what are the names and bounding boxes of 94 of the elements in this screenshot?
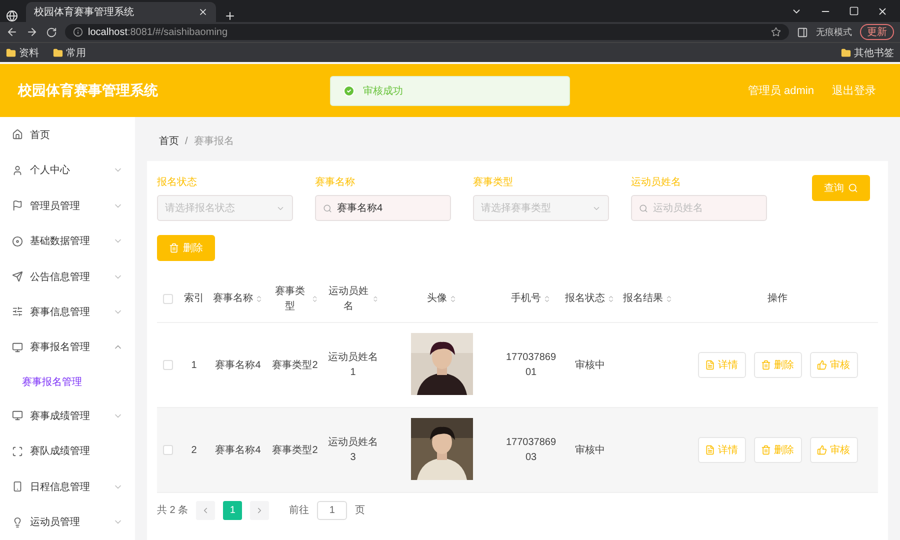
table-cell-text: 2 xyxy=(190,444,198,458)
thumbs-up-icon xyxy=(817,360,827,370)
breadcrumb-item: 赛事报名 xyxy=(194,134,234,148)
user-icon xyxy=(12,164,23,176)
new-tab-icon[interactable] xyxy=(224,10,236,22)
document-icon xyxy=(705,360,715,370)
column-header[interactable]: 赛事名称 xyxy=(209,291,267,306)
column-header[interactable]: 赛事类型 xyxy=(267,284,323,314)
column-header[interactable]: 报名状态 xyxy=(561,291,619,306)
filter-label: 报名状态 xyxy=(157,176,198,189)
sidebar-item[interactable]: 赛事报名管理 xyxy=(0,330,135,366)
sidebar-item[interactable]: 赛事成绩管理 xyxy=(0,398,135,434)
table-cell-text: 运动员姓名1 xyxy=(327,350,379,380)
sidebar-item[interactable]: 运动员管理 xyxy=(0,504,135,540)
profile-label[interactable]: 无痕模式 xyxy=(816,26,852,38)
sidebar-item[interactable]: 首页 xyxy=(0,117,135,152)
table-cell-text: 赛事类型2 xyxy=(271,444,319,458)
trash-icon xyxy=(169,243,179,253)
success-toast: 审核成功 xyxy=(330,76,570,106)
folder-icon xyxy=(6,48,16,58)
search-field[interactable]: 赛事名称4 xyxy=(315,195,451,221)
bookmark[interactable]: 其他书签 xyxy=(841,46,894,60)
search-icon xyxy=(323,204,332,212)
breadcrumb-separator: / xyxy=(185,136,188,146)
table-cell-text: 17703786901 xyxy=(504,351,558,380)
check-icon xyxy=(343,85,355,97)
home-icon xyxy=(12,129,23,140)
breadcrumb-item[interactable]: 首页 xyxy=(159,134,179,148)
sidebar-item[interactable]: 赛事信息管理 xyxy=(0,294,135,330)
update-button[interactable]: 更新 xyxy=(860,24,894,40)
globe-icon[interactable] xyxy=(6,10,18,22)
filter-label: 赛事名称 xyxy=(315,176,356,189)
thumbs-up-icon xyxy=(817,445,827,455)
close-icon[interactable] xyxy=(877,6,888,16)
lightbulb-icon xyxy=(12,516,23,528)
flag-icon xyxy=(12,200,23,212)
table-cell-text: 审核中 xyxy=(574,358,606,372)
phone-icon xyxy=(12,481,23,492)
goto-label: 前往 xyxy=(289,504,310,517)
sidebar-item[interactable]: 管理员管理 xyxy=(0,188,135,224)
search-icon xyxy=(639,204,648,212)
frame-icon xyxy=(12,446,23,457)
checkbox[interactable] xyxy=(163,294,173,304)
table-cell-text: 运动员姓名3 xyxy=(327,436,379,465)
close-icon[interactable] xyxy=(198,7,208,17)
table-cell-text: 17703786903 xyxy=(504,436,558,465)
send-icon xyxy=(12,271,23,282)
sliders-icon xyxy=(12,306,23,318)
filter-label: 赛事类型 xyxy=(473,176,514,189)
address-field[interactable]: localhost:8081/#/saishibaoming xyxy=(65,24,789,40)
table-cell-text: 赛事名称4 xyxy=(214,444,262,458)
checkbox[interactable] xyxy=(163,360,173,370)
table-cell-text: 1 xyxy=(190,358,198,372)
checkbox[interactable] xyxy=(163,445,173,455)
filter-label: 运动员姓名 xyxy=(631,176,682,189)
column-header[interactable]: 头像 xyxy=(383,291,501,306)
document-icon xyxy=(705,445,715,455)
sidebar-item[interactable]: 日程信息管理 xyxy=(0,469,135,504)
column-header[interactable]: 手机号 xyxy=(501,291,561,306)
search-icon xyxy=(848,183,858,193)
page-unit-label: 页 xyxy=(355,504,366,517)
monitor-icon xyxy=(12,410,23,422)
column-header[interactable]: 运动员姓名 xyxy=(323,284,383,314)
column-header[interactable]: 索引 xyxy=(179,291,209,306)
side-panel-icon[interactable] xyxy=(797,26,808,38)
maximize-icon[interactable] xyxy=(849,6,859,16)
user-label: 管理员 admin xyxy=(748,84,814,98)
table-cell-text: 赛事类型2 xyxy=(271,358,319,372)
bookmark[interactable]: 常用 xyxy=(53,46,86,60)
forward-icon[interactable] xyxy=(26,26,38,38)
info-icon[interactable] xyxy=(73,27,83,37)
folder-icon xyxy=(53,48,63,58)
sidebar-item[interactable]: 个人中心 xyxy=(0,152,135,188)
star-icon[interactable] xyxy=(771,27,781,37)
trash-icon xyxy=(761,445,771,455)
sidebar-item[interactable]: 基础数据管理 xyxy=(0,223,135,259)
folder-icon xyxy=(841,48,851,58)
back-icon[interactable] xyxy=(6,26,18,38)
table-cell-text: 审核中 xyxy=(574,444,606,458)
page-field[interactable]: 1 xyxy=(317,500,348,520)
monitor-icon xyxy=(12,342,23,353)
column-header[interactable]: 报名结果 xyxy=(619,291,677,306)
column-header: 操作 xyxy=(766,292,788,306)
table-cell-text: 赛事名称4 xyxy=(214,358,262,372)
sidebar-item[interactable]: 公告信息管理 xyxy=(0,258,135,294)
app-title: 校园体育赛事管理系统 xyxy=(18,82,158,100)
total-count: 共 2 条 xyxy=(157,504,188,517)
reload-icon[interactable] xyxy=(46,26,57,38)
bookmark[interactable]: 资料 xyxy=(6,46,39,60)
browser-tab[interactable]: 校园体育赛事管理系统 xyxy=(26,2,216,22)
trash-icon xyxy=(761,360,771,370)
sidebar-item[interactable]: 赛队成绩管理 xyxy=(0,434,135,470)
disc-icon xyxy=(12,236,23,247)
sidebar-subitem[interactable]: 赛事报名管理 xyxy=(0,365,135,398)
